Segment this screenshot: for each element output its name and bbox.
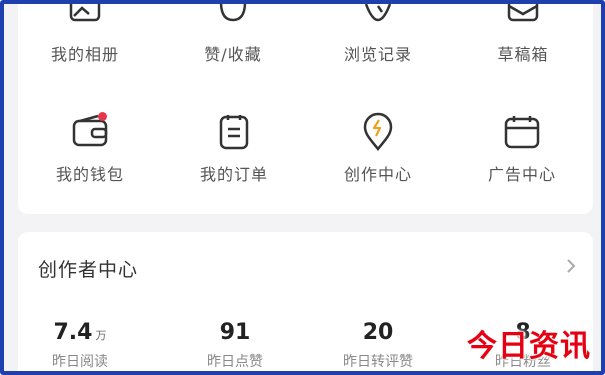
stat-item-reads[interactable]: 7.4 万 昨日阅读 — [25, 320, 135, 371]
stat-item-engagements[interactable]: 20 昨日转评赞 — [323, 320, 433, 371]
stat-label: 昨日阅读 — [52, 354, 108, 370]
stat-label: 昨日转评赞 — [343, 354, 413, 370]
grid-item-label: 广告中心 — [487, 165, 556, 184]
grid-item-ad-center[interactable]: 广告中心 — [472, 112, 572, 185]
creation-center-icon — [363, 112, 393, 152]
grid-item-wallet[interactable]: 我的钱包 — [40, 112, 140, 185]
drafts-icon — [507, 4, 539, 22]
photo-album-icon — [69, 4, 101, 22]
chevron-right-icon[interactable] — [564, 257, 578, 275]
stat-value: 7.4 万 — [53, 320, 107, 345]
grid-item-history[interactable]: 浏览记录 — [328, 4, 428, 65]
creator-center-title[interactable]: 创作者中心 — [38, 255, 138, 282]
stat-value: 20 — [362, 320, 394, 345]
watermark-logo: 今日资讯 — [467, 329, 591, 364]
stat-item-likes[interactable]: 91 昨日点赞 — [180, 320, 290, 371]
app-screen: 我的相册 赞/收藏 浏览记录 草稿箱 我的钱包 我的订单 创作中心 广告中心 创… — [0, 0, 605, 375]
stat-value: 91 — [219, 320, 251, 345]
notification-badge — [98, 112, 107, 121]
grid-item-label: 草稿箱 — [497, 45, 549, 64]
grid-item-label: 我的钱包 — [55, 165, 124, 184]
grid-item-creation-center[interactable]: 创作中心 — [328, 112, 428, 185]
grid-item-label: 我的相册 — [50, 45, 119, 64]
grid-item-label: 浏览记录 — [343, 45, 412, 64]
grid-item-orders[interactable]: 我的订单 — [184, 112, 284, 185]
like-collect-icon — [219, 4, 247, 22]
grid-item-like-collect[interactable]: 赞/收藏 — [183, 4, 283, 65]
history-icon — [364, 4, 392, 22]
orders-icon — [219, 115, 249, 150]
stat-label: 昨日点赞 — [207, 354, 263, 370]
grid-item-drafts[interactable]: 草稿箱 — [473, 4, 573, 65]
ad-center-icon — [504, 116, 540, 149]
grid-item-photo-album[interactable]: 我的相册 — [35, 4, 135, 65]
feature-grid-card: 我的相册 赞/收藏 浏览记录 草稿箱 我的钱包 我的订单 创作中心 广告中心 — [18, 4, 593, 214]
grid-item-label: 我的订单 — [199, 165, 268, 184]
grid-item-label: 创作中心 — [343, 165, 412, 184]
grid-item-label: 赞/收藏 — [204, 45, 262, 64]
